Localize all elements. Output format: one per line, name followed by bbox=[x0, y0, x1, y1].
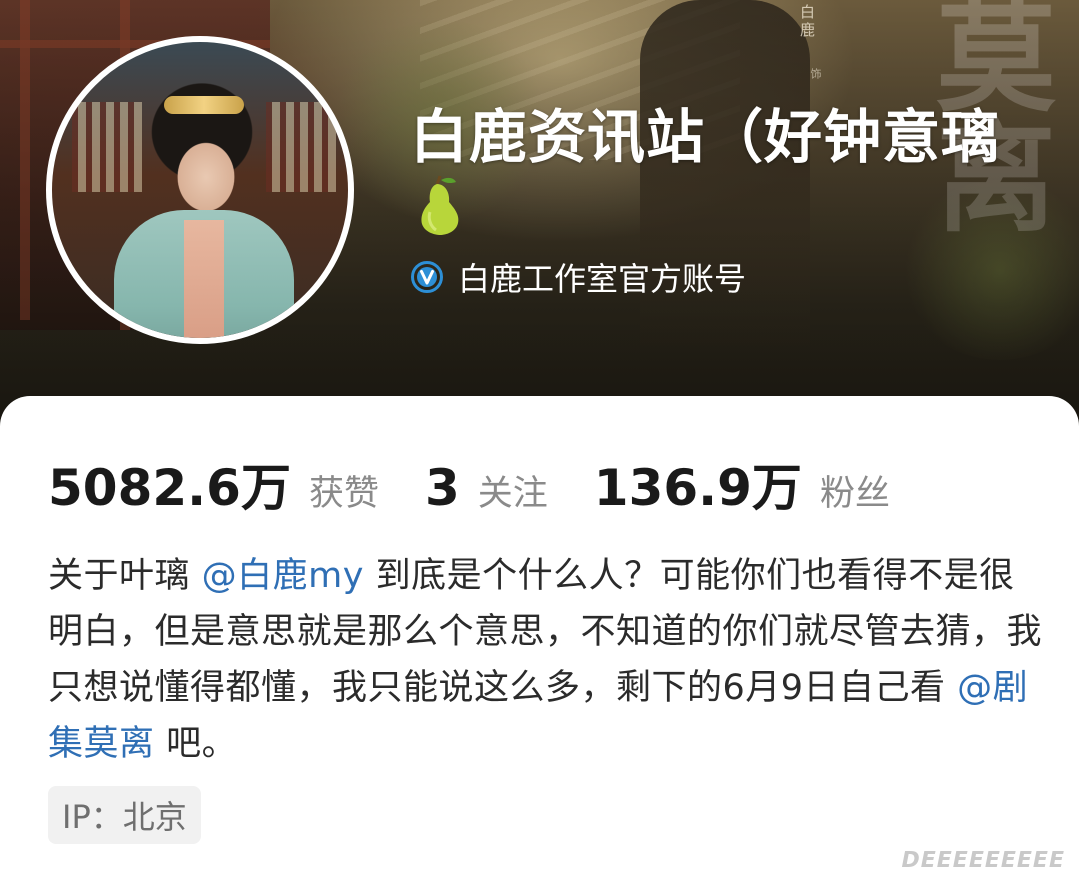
following-count: 3 bbox=[424, 459, 460, 517]
stats-row: 5082.6万 获赞 3 关注 136.9万 粉丝 bbox=[48, 448, 936, 520]
following-label: 关注 bbox=[477, 474, 548, 514]
verified-v-icon bbox=[411, 261, 443, 293]
avatar-window bbox=[266, 102, 336, 192]
profile-name-text: 白鹿资讯站（好钟意璃 bbox=[410, 103, 1001, 171]
followers-label: 粉丝 bbox=[819, 474, 890, 514]
avatar-hair-ornament bbox=[164, 96, 244, 114]
ip-location-tag: IP：北京 bbox=[48, 786, 201, 844]
verified-text: 白鹿工作室官方账号 bbox=[458, 260, 747, 298]
mention-link-bailu[interactable]: @白鹿my bbox=[202, 556, 364, 596]
followers-stat[interactable]: 136.9万 粉丝 bbox=[594, 448, 890, 520]
likes-label: 获赞 bbox=[308, 474, 379, 514]
profile-name: 白鹿资讯站（好钟意璃 bbox=[410, 102, 1050, 245]
likes-stat[interactable]: 5082.6万 获赞 bbox=[48, 448, 379, 520]
avatar[interactable] bbox=[46, 36, 354, 344]
bio-text: 吧。 bbox=[154, 724, 238, 764]
avatar-inner-garment bbox=[184, 220, 224, 338]
verified-row: 白鹿工作室官方账号 bbox=[410, 255, 746, 299]
watermark: 𝘿𝙀𝙀𝙀𝙀𝙀𝙀𝙀𝙀𝙀 bbox=[901, 848, 1065, 873]
likes-count: 5082.6万 bbox=[48, 459, 291, 517]
followers-count: 136.9万 bbox=[593, 459, 802, 517]
bio-text: 关于叶璃 bbox=[48, 556, 202, 596]
pear-icon bbox=[421, 175, 459, 235]
profile-page: 白鹿 饰 莫离 白鹿资讯站（好钟意璃 白鹿工作室官方账号 5082.6 bbox=[0, 0, 1079, 887]
profile-bio: 关于叶璃 @白鹿my 到底是个什么人？可能你们也看得不是很明白，但是意思就是那么… bbox=[48, 548, 1048, 772]
following-stat[interactable]: 3 关注 bbox=[425, 459, 548, 517]
avatar-window bbox=[72, 102, 142, 192]
